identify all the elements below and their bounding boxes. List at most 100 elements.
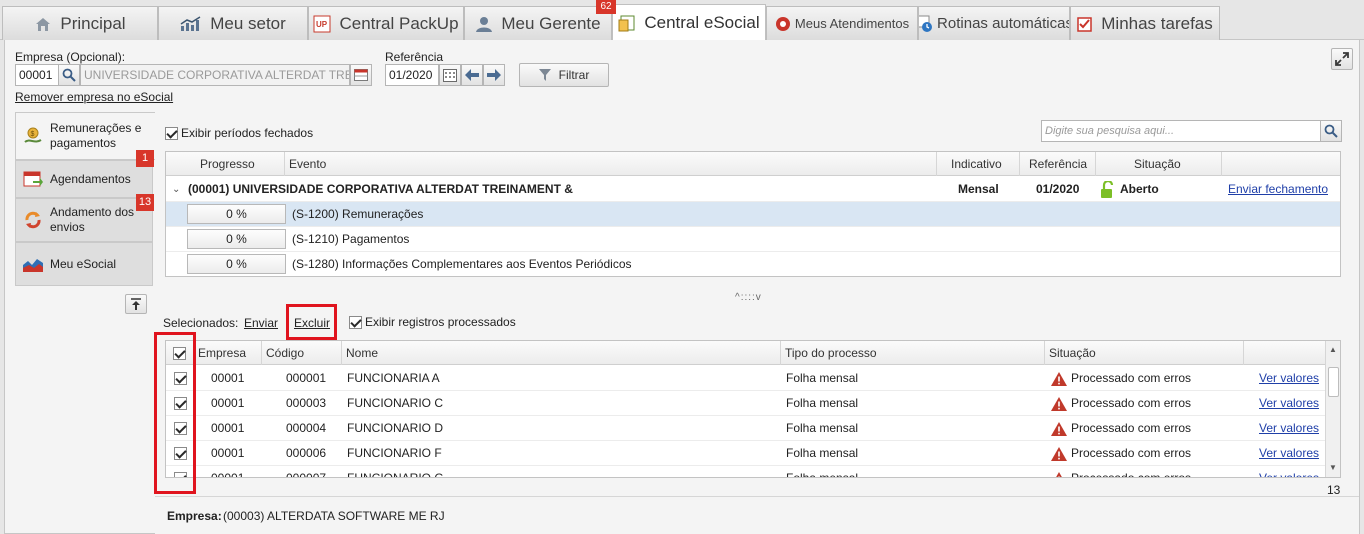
table-row[interactable]: 0 % (S-1280) Informações Complementares … xyxy=(166,252,1340,276)
col-situacao[interactable]: Situação xyxy=(1096,152,1222,176)
row-select-cell[interactable] xyxy=(166,466,194,477)
ver-valores-link[interactable]: Ver valores xyxy=(1259,366,1319,391)
col-actions xyxy=(1244,341,1326,365)
col-nome[interactable]: Nome xyxy=(342,341,781,365)
ver-valores-link[interactable]: Ver valores xyxy=(1259,466,1319,477)
col-situacao[interactable]: Situação xyxy=(1045,341,1244,365)
tab-label: Central PackUp xyxy=(339,13,459,33)
select-all-checkbox[interactable] xyxy=(173,346,186,360)
tab-meus-atendimentos[interactable]: Meus Atendimentos xyxy=(766,6,918,40)
ver-valores-link[interactable]: Ver valores xyxy=(1259,391,1319,416)
show-processed-toggle[interactable]: Exibir registros processados xyxy=(349,315,516,329)
table-row[interactable]: 00001 000003 FUNCIONARIO C Folha mensal Proc… xyxy=(166,391,1326,416)
ver-valores-link[interactable]: Ver valores xyxy=(1259,441,1319,466)
cell-tipo-processo: Folha mensal xyxy=(786,371,859,385)
table-row[interactable]: 00001 000007 FUNCIONARIO G Folha mensal Proc… xyxy=(166,466,1326,478)
select-all-cell[interactable] xyxy=(166,341,194,365)
sidebar-item-label: Agendamentos xyxy=(50,172,131,186)
sidebar-item-meu-esocial[interactable]: Meu eSocial xyxy=(15,242,153,286)
checkbox[interactable] xyxy=(165,126,178,140)
scroll-up-arrow[interactable]: ▲ xyxy=(1329,345,1337,354)
warning-icon xyxy=(1051,371,1067,386)
delete-selected-link[interactable]: Excluir xyxy=(294,316,330,330)
tab-minhas-tarefas[interactable]: Minhas tarefas xyxy=(1070,6,1220,40)
filtrar-button[interactable]: Filtrar xyxy=(519,63,609,87)
table-row[interactable]: 0 % (S-1200) Remunerações xyxy=(166,202,1340,227)
col-codigo[interactable]: Código xyxy=(262,341,342,365)
col-tipo-processo[interactable]: Tipo do processo xyxy=(781,341,1045,365)
ver-valores-link[interactable]: Ver valores xyxy=(1259,416,1319,441)
scroll-thumb[interactable] xyxy=(1328,367,1339,397)
cell-situacao: Processado com erros xyxy=(1051,366,1191,391)
cell-tipo-processo: Folha mensal xyxy=(786,446,859,460)
col-evento[interactable]: Evento xyxy=(285,152,937,176)
records-scrollbar[interactable]: ▲ ▼ xyxy=(1325,341,1340,477)
checkbox[interactable] xyxy=(349,315,362,329)
empresa-search-button[interactable] xyxy=(58,64,80,86)
tab-meu-gerente[interactable]: Meu Gerente xyxy=(464,6,612,40)
remove-empresa-link[interactable]: Remover empresa no eSocial xyxy=(15,90,173,104)
referencia-input[interactable]: 01/2020 xyxy=(385,64,439,86)
row-checkbox[interactable] xyxy=(173,447,187,460)
tab-rotinas-automaticas[interactable]: Rotinas automáticas xyxy=(918,6,1070,40)
cell-tipo-processo: Folha mensal xyxy=(786,471,859,478)
cell-codigo: 000007 xyxy=(286,471,327,478)
row-checkbox[interactable] xyxy=(173,397,187,410)
splitter-handle[interactable]: ^::::v xyxy=(735,292,762,303)
records-table-header: Empresa Código Nome Tipo do processo Sit… xyxy=(166,341,1326,365)
tab-meu-setor[interactable]: Meu setor xyxy=(158,6,308,40)
search-input[interactable]: Digite sua pesquisa aqui... xyxy=(1041,120,1321,142)
event-name: (S-1210) Pagamentos xyxy=(292,232,410,246)
empresa-list-button[interactable] xyxy=(350,64,372,86)
row-checkbox[interactable] xyxy=(173,422,187,435)
table-row[interactable]: 00001 000001 FUNCIONARIA A Folha mensal Proc… xyxy=(166,366,1326,391)
tab-central-esocial[interactable]: Central eSocial xyxy=(612,4,766,41)
chevron-down-icon[interactable]: ⌄ xyxy=(172,177,180,202)
sidebar-item-agendamentos[interactable]: Agendamentos xyxy=(15,160,153,198)
empresa-code-input[interactable]: 00001 xyxy=(15,64,59,86)
group-row[interactable]: ⌄ (00001) UNIVERSIDADE CORPORATIVA ALTER… xyxy=(166,177,1340,202)
sidebar-item-andamento[interactable]: Andamento dos envios xyxy=(15,198,153,242)
tab-principal[interactable]: Principal xyxy=(2,6,158,40)
tab-label: Meus Atendimentos xyxy=(794,16,910,31)
progress-indicator: 0 % xyxy=(187,254,286,274)
selected-label: Selecionados: xyxy=(163,316,239,330)
col-progresso[interactable]: Progresso xyxy=(166,152,285,176)
col-empresa[interactable]: Empresa xyxy=(194,341,262,365)
enviar-fechamento-link[interactable]: Enviar fechamento xyxy=(1228,177,1328,202)
cell-tipo-processo: Folha mensal xyxy=(786,396,859,410)
send-selected-link[interactable]: Enviar xyxy=(244,316,278,330)
row-checkbox[interactable] xyxy=(173,372,187,385)
calendar-button[interactable] xyxy=(439,64,461,86)
col-referencia[interactable]: Referência xyxy=(1020,152,1096,176)
sidebar-item-remuneracoes[interactable]: $ Remunerações e pagamentos xyxy=(15,112,155,160)
search-button[interactable] xyxy=(1320,120,1342,142)
row-select-cell[interactable] xyxy=(166,416,194,441)
row-checkbox[interactable] xyxy=(173,472,187,477)
table-row[interactable]: 0 % (S-1210) Pagamentos xyxy=(166,227,1340,252)
row-select-cell[interactable] xyxy=(166,441,194,466)
situacao-text: Processado com erros xyxy=(1071,396,1192,410)
svg-text:UP: UP xyxy=(316,20,328,29)
previous-period-button[interactable] xyxy=(461,64,483,86)
table-row[interactable]: 00001 000004 FUNCIONARIO D Folha mensal Proc… xyxy=(166,416,1326,441)
table-row[interactable]: 00001 000006 FUNCIONARIO F Folha mensal Proc… xyxy=(166,441,1326,466)
cell-codigo: 000006 xyxy=(286,446,327,460)
filter-icon xyxy=(538,69,551,81)
row-select-cell[interactable] xyxy=(166,366,194,391)
warning-icon xyxy=(1051,396,1067,411)
tab-label: Meu setor xyxy=(210,13,286,33)
sidebar-item-label: Meu eSocial xyxy=(50,257,117,271)
expand-button[interactable] xyxy=(1331,48,1353,70)
routine-icon xyxy=(919,15,935,33)
col-indicativo[interactable]: Indicativo xyxy=(937,152,1020,176)
agendamentos-badge: 1 xyxy=(136,150,154,167)
scroll-down-arrow[interactable]: ▼ xyxy=(1329,463,1337,472)
show-closed-periods-toggle[interactable]: Exibir períodos fechados xyxy=(165,126,313,140)
collapse-sidebar-button[interactable] xyxy=(125,294,147,314)
show-closed-label: Exibir períodos fechados xyxy=(181,126,314,140)
situacao-text: Aberto xyxy=(1120,182,1159,196)
row-select-cell[interactable] xyxy=(166,391,194,416)
tab-central-packup[interactable]: UP Central PackUp xyxy=(308,6,464,40)
next-period-button[interactable] xyxy=(483,64,505,86)
